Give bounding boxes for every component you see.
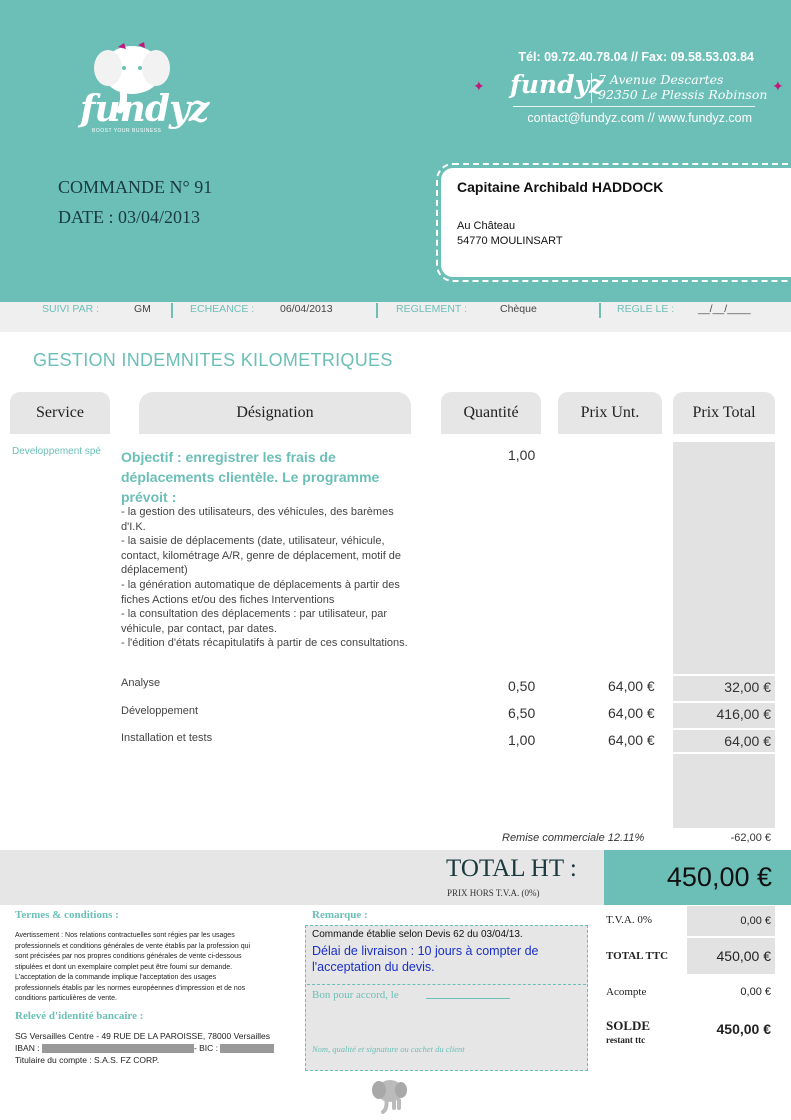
remarque-delivery: Délai de livraison : 10 jours à compter … [312, 944, 539, 974]
service-cell: Developpement spé [12, 446, 101, 457]
acompte-label: Acompte [606, 986, 647, 998]
address-line-2: 92350 Le Plessis Robinson [598, 87, 768, 102]
designation-line: - l'édition d'états récapitulatifs à par… [121, 637, 408, 650]
approval-date-line [426, 998, 510, 999]
col-header-quantity: Quantité [441, 392, 541, 434]
tva-label: T.V.A. 0% [606, 914, 653, 926]
terms-text: Avertissement : Nos relations contractue… [15, 931, 305, 1005]
row-quantity: 0,50 [508, 678, 536, 694]
bank-title: Relevé d'identité bancaire : [15, 1010, 144, 1022]
order-date: DATE : 03/04/2013 [58, 207, 200, 227]
strip-divider [376, 303, 378, 318]
approval-label: Bon pour accord, le [312, 989, 399, 1001]
remarque-title: Remarque : [312, 909, 368, 921]
brand-divider [591, 73, 592, 103]
terms-line: stipulées et dont un exemplaire complet … [15, 963, 233, 971]
discount-value: -62,00 € [730, 832, 771, 844]
total-ht-value: 450,00 € [666, 862, 772, 892]
reglement-label: REGLEMENT : [396, 303, 467, 315]
terms-line: professionnels établis par les normes eu… [15, 984, 246, 992]
designation-line: - la saisie de déplacements (date, utili… [121, 535, 402, 577]
section-title: GESTION INDEMNITES KILOMETRIQUES [33, 350, 393, 370]
total-column [673, 442, 775, 848]
terms-title: Termes & conditions : [15, 909, 119, 921]
info-strip: SUIVI PAR : GM ECHEANCE : 06/04/2013 REG… [0, 302, 791, 332]
strip-divider [171, 303, 173, 318]
elephant-footer-icon [372, 1080, 407, 1114]
row-label: Développement [121, 705, 199, 717]
address-line-1: 7 Avenue Descartes [598, 72, 724, 87]
tva-value: 0,00 € [740, 915, 771, 927]
terms-line: conditions particulières de vente. [15, 995, 117, 1002]
row-label: Analyse [121, 677, 161, 689]
acompte-value: 0,00 € [740, 986, 771, 998]
iban-label: IBAN : [15, 1043, 40, 1053]
row-label: Installation et tests [121, 732, 213, 744]
designation-line: - la génération automatique de déplaceme… [121, 578, 400, 606]
solde-label: SOLDE [606, 1018, 651, 1033]
echeance-label: ECHEANCE : [190, 303, 255, 315]
client-address-2: 54770 MOULINSART [457, 235, 563, 247]
solde-value: 450,00 € [716, 1021, 772, 1037]
row-quantity: 6,50 [508, 705, 536, 721]
suivi-label: SUIVI PAR : [42, 303, 99, 315]
echeance-value: 06/04/2013 [280, 303, 333, 315]
col-header-unit-price: Prix Unt. [558, 392, 662, 434]
reglement-value: Chèque [500, 303, 537, 315]
logo-tagline: BOOST YOUR BUSINESS [92, 128, 162, 134]
designation-title: Objectif : enregistrer les frais de dépl… [121, 449, 380, 505]
row-total: 416,00 € [673, 701, 775, 725]
row-total: 32,00 € [673, 674, 775, 698]
signature-hint: Nom, qualité et signature ou cachet du c… [312, 1044, 465, 1054]
discount-label: Remise commerciale 12.11% [502, 832, 645, 844]
remarque-divider [307, 984, 586, 985]
iban-redacted [41, 1044, 194, 1054]
bird-icon: ✦ [473, 78, 485, 94]
regle-value: __/__/____ [698, 303, 751, 315]
bank-iban-row: IBAN : - BIC : [15, 1043, 275, 1054]
row-unit-price: 64,00 € [608, 678, 655, 694]
ttc-value: 450,00 € [716, 948, 772, 964]
account-holder: Titulaire du compte : S.A.S. FZ CORP. [15, 1055, 160, 1065]
contact-web: contact@fundyz.com // www.fundyz.com [527, 111, 752, 125]
bic-label: - BIC : [193, 1043, 219, 1053]
contact-phone: Tél: 09.72.40.78.04 // Fax: 09.58.53.03.… [518, 50, 754, 64]
designation-line: - la gestion des utilisateurs, des véhic… [121, 506, 394, 533]
regle-label: REGLE LE : [617, 303, 675, 315]
client-card: Capitaine Archibald HADDOCK Au Château 5… [436, 163, 791, 282]
total-ht-label: TOTAL HT : [446, 855, 577, 882]
row-unit-price: 64,00 € [608, 705, 655, 721]
bic-redacted [220, 1044, 275, 1054]
total-ht-subtitle: PRIX HORS T.V.A. (0%) [447, 888, 540, 898]
row-unit-price: 64,00 € [608, 732, 655, 748]
col-header-total-price: Prix Total [673, 392, 775, 434]
terms-line: L'acceptation de la commande implique l'… [15, 974, 217, 981]
designation-body: - la gestion des utilisateurs, des véhic… [121, 505, 416, 651]
brand-wordmark: fundyz [510, 70, 604, 99]
col-header-designation: Désignation [139, 392, 411, 434]
col-header-service: Service [10, 392, 110, 434]
row-quantity: 1,00 [508, 732, 536, 748]
row-separator [673, 752, 775, 754]
main-quantity: 1,00 [508, 447, 536, 463]
terms-line: sont précisées par nos propres condition… [15, 953, 242, 960]
suivi-value: GM [134, 303, 151, 315]
order-number: COMMANDE N° 91 [58, 177, 213, 197]
bank-address: SG Versailles Centre - 49 RUE DE LA PARO… [15, 1031, 270, 1041]
bird-icon: ✦ [772, 78, 784, 94]
strip-divider [599, 303, 601, 318]
row-total: 64,00 € [673, 728, 775, 752]
client-address-1: Au Château [457, 220, 516, 232]
terms-line: professionnels et conditions générales d… [15, 942, 251, 950]
header-rule [513, 106, 755, 107]
solde-subtitle: restant ttc [606, 1035, 646, 1045]
remarque-quote-ref: Commande établie selon Devis 62 du 03/04… [312, 929, 523, 940]
designation-line: - la consultation des déplacements : par… [121, 608, 387, 635]
terms-line: Avertissement : Nos relations contractue… [15, 932, 235, 939]
ttc-label: TOTAL TTC [606, 950, 669, 962]
client-name: Capitaine Archibald HADDOCK [457, 179, 664, 195]
company-address: 7 Avenue Descartes 92350 Le Plessis Robi… [598, 72, 767, 102]
logo-wordmark: fundyz [80, 88, 209, 130]
